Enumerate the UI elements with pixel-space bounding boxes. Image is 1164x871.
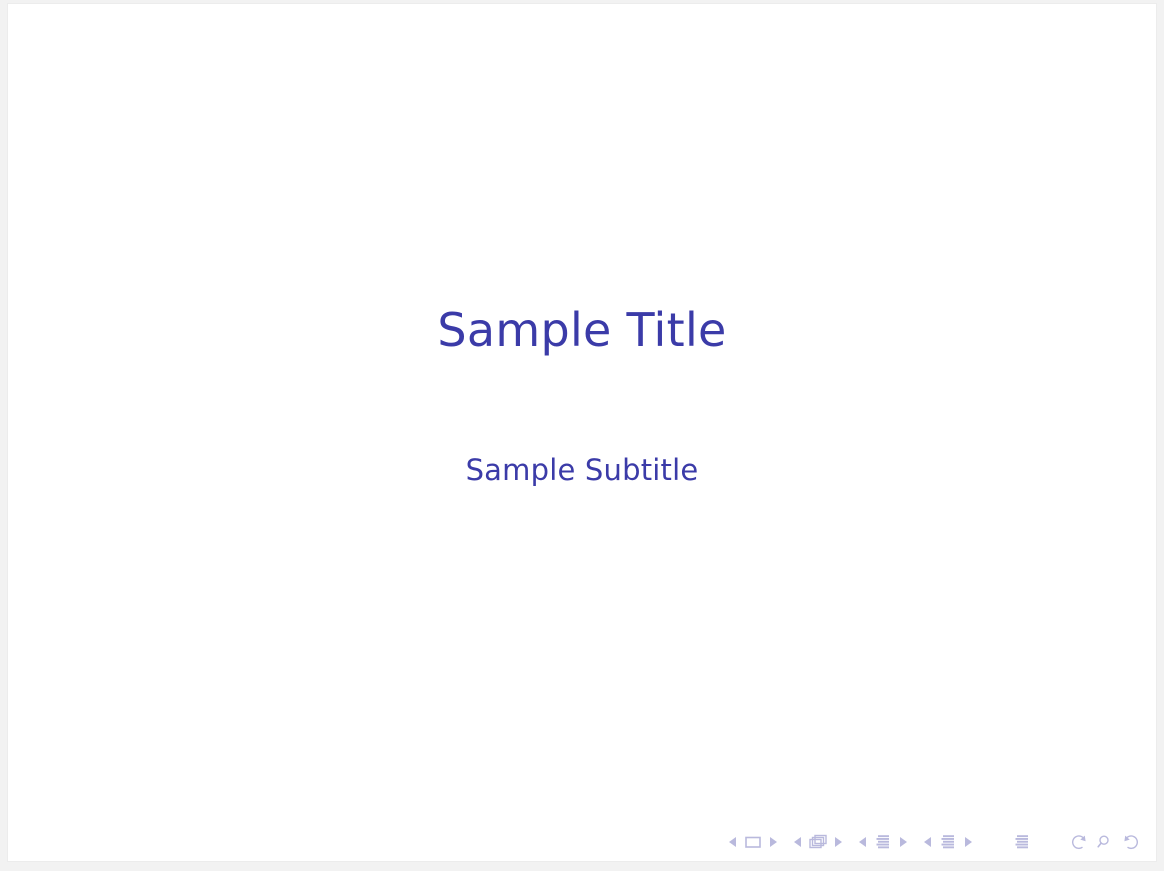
presentation-slide: Sample Title Sample Subtitle [7, 3, 1157, 862]
section-icon[interactable] [937, 832, 959, 852]
presentation-icon[interactable] [1011, 832, 1033, 852]
next-frame-icon[interactable] [832, 832, 844, 852]
search-icon[interactable] [1094, 832, 1116, 852]
go-forward-icon[interactable] [1120, 832, 1142, 852]
frames-icon[interactable] [807, 832, 829, 852]
next-subsection-icon[interactable] [897, 832, 909, 852]
page-subtitle: Sample Subtitle [465, 453, 699, 487]
previous-subsection-icon[interactable] [857, 832, 869, 852]
nav-group-history [1066, 832, 1144, 852]
nav-group-section [922, 832, 974, 852]
nav-group-presentation [1008, 832, 1036, 852]
subsection-icon[interactable] [872, 832, 894, 852]
beamer-navigation-bar [727, 830, 1144, 854]
go-back-icon[interactable] [1068, 832, 1090, 852]
previous-section-icon[interactable] [922, 832, 934, 852]
nav-group-subsection [857, 832, 909, 852]
next-section-icon[interactable] [962, 832, 974, 852]
previous-frame-icon[interactable] [792, 832, 804, 852]
slide-icon[interactable] [742, 832, 764, 852]
previous-slide-icon[interactable] [727, 832, 739, 852]
next-slide-icon[interactable] [767, 832, 779, 852]
nav-group-slide [727, 832, 779, 852]
slide-viewer: Sample Title Sample Subtitle [0, 0, 1164, 871]
page-title: Sample Title [437, 303, 727, 357]
nav-group-frame [792, 832, 844, 852]
